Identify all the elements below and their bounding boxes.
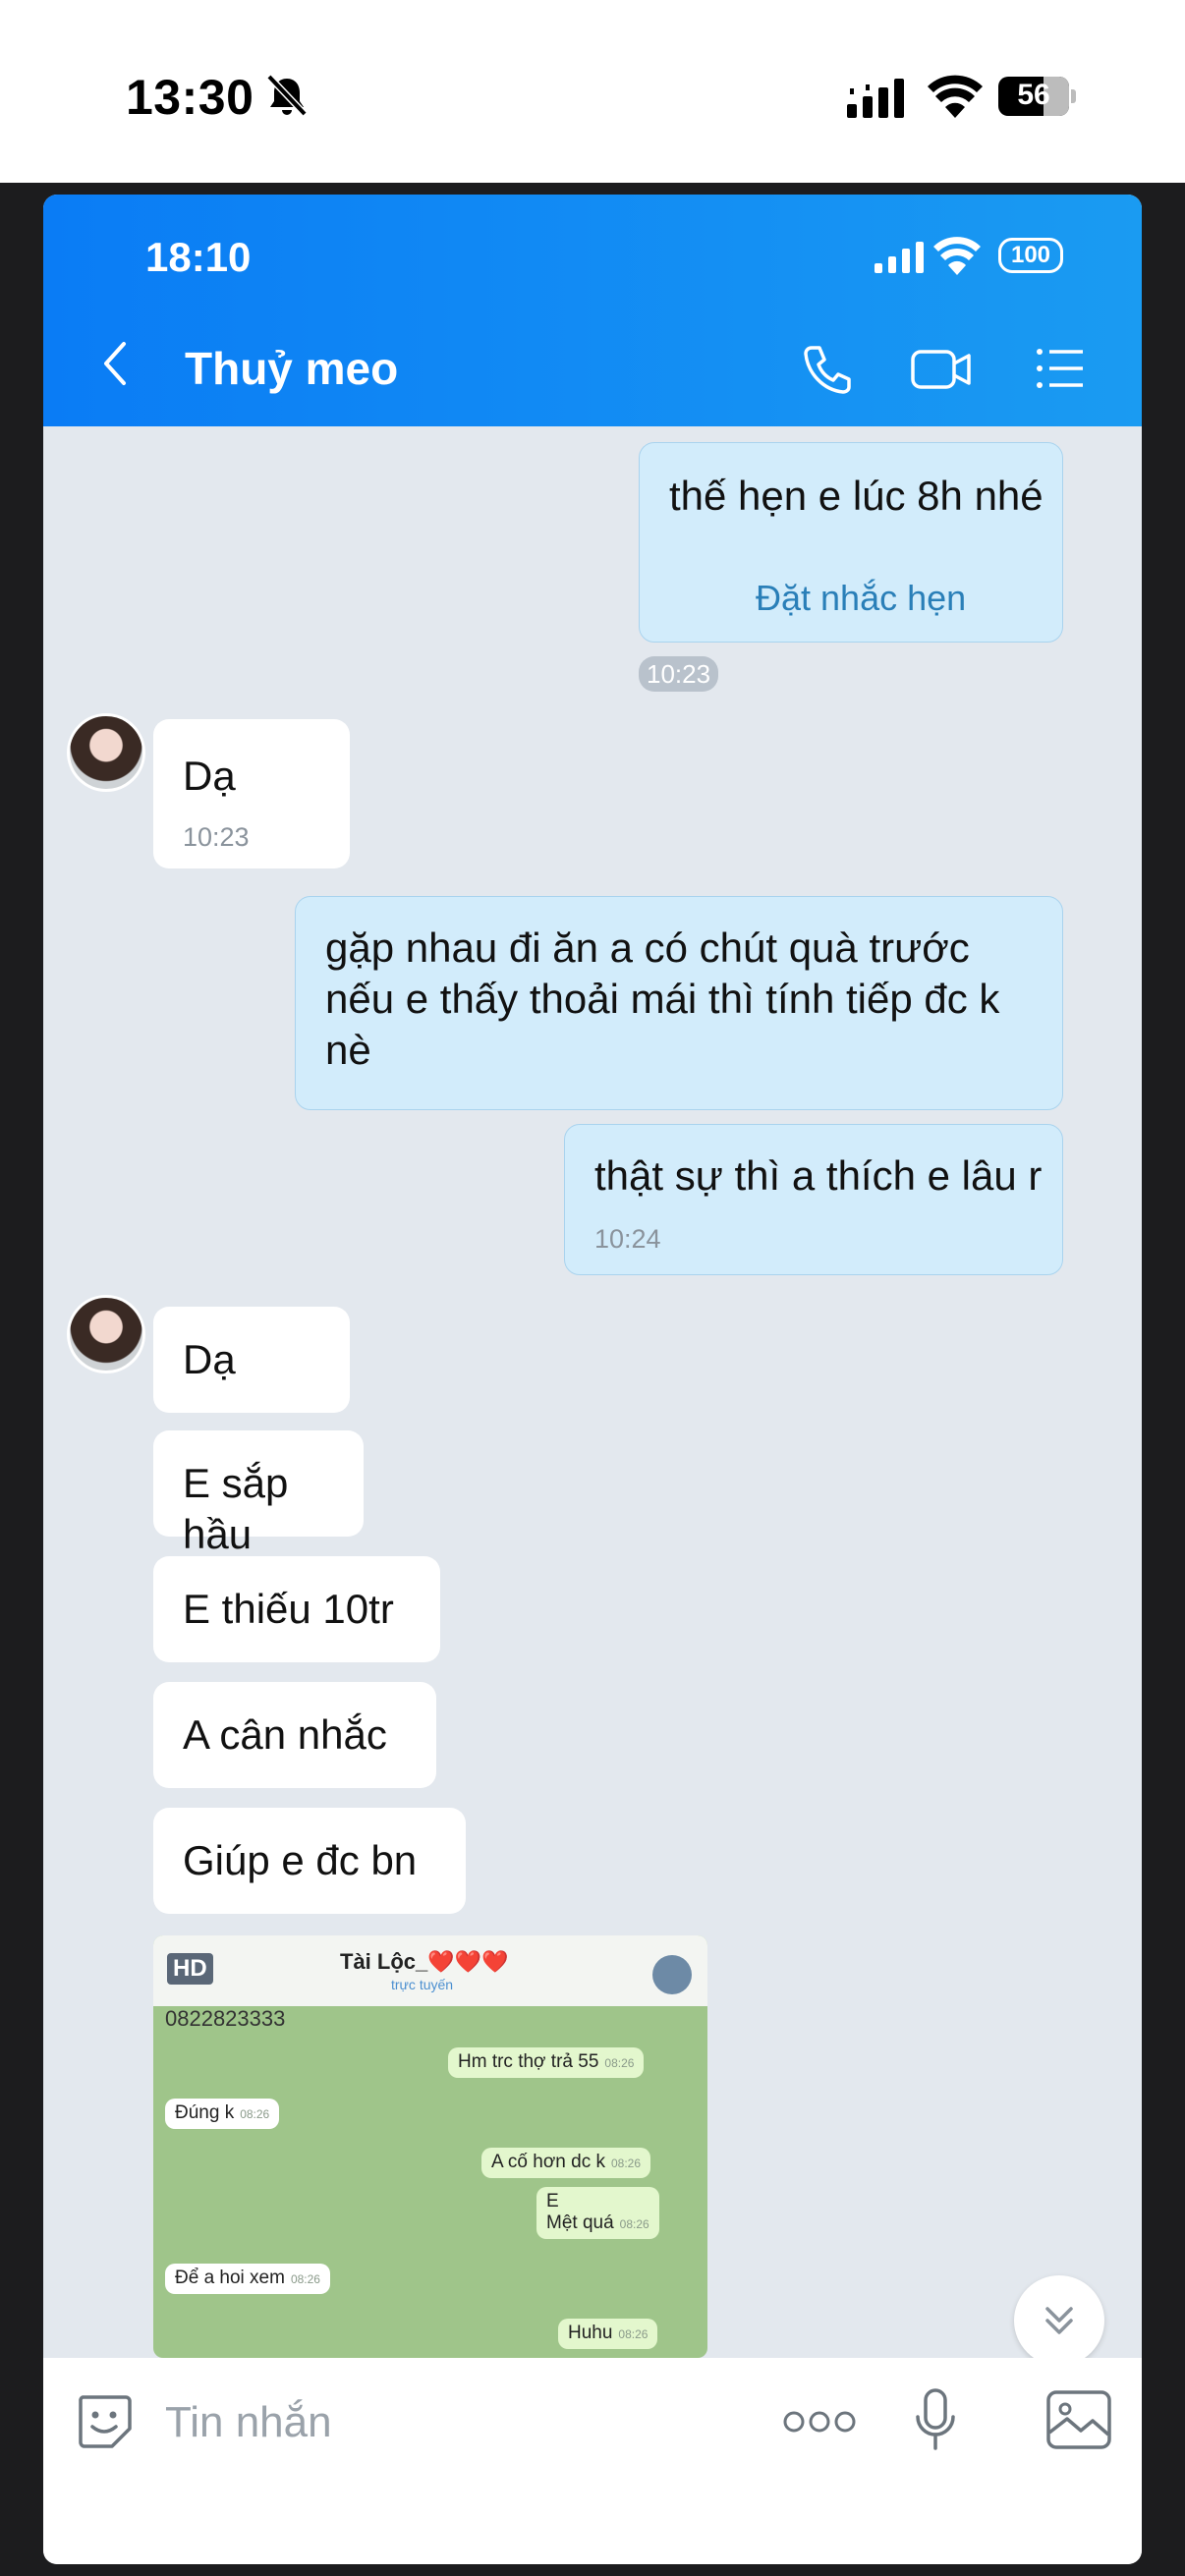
set-reminder-link[interactable]: Đặt nhắc hẹn [756,573,966,624]
attachment-message: Huhu 08:26 [558,2319,658,2349]
cellular-signal-icon [847,79,904,118]
attachment-message: Đúng k 08:26 [165,2099,280,2129]
attachment-chat-title: Tài Lộc_❤️❤️❤️ [340,1949,509,1974]
chat-header: 18:10 100 Thuỷ meo [43,195,1142,426]
scroll-to-bottom-button[interactable] [1014,2275,1104,2366]
attachment-avatar [652,1955,692,1994]
inner-wifi-icon [933,237,981,275]
incoming-message[interactable]: Dạ [153,1307,350,1413]
message-time: 10:23 [639,656,719,692]
incoming-message[interactable]: E sắp hầu [153,1430,364,1557]
message-text-line: nè [325,1027,371,1073]
contact-name[interactable]: Thuỷ meo [185,342,398,395]
image-attachment[interactable]: HD Tài Lộc_❤️❤️❤️ trực tuyến 0822823333 … [153,1935,707,2358]
microphone-icon[interactable] [914,2387,957,2452]
message-composer [43,2358,1142,2564]
attachment-message: Hm trc thợ trả 55 08:26 [448,2047,645,2078]
double-chevron-down-icon [1045,2307,1073,2334]
message-input[interactable] [165,2395,676,2450]
outgoing-message[interactable]: gặp nhau đi ăn a có chút quà trước nếu e… [295,896,1063,1110]
attachment-partial-text: 0822823333 [165,2006,286,2031]
incoming-message[interactable]: E thiếu 10tr [153,1556,440,1662]
chat-screenshot: 18:10 100 Thuỷ meo thế hẹn e lúc 8h nhé … [43,195,1142,2564]
message-text-line: gặp nhau đi ăn a có chút quà trước [325,924,970,971]
message-text: A cân nhắc [183,1711,387,1758]
message-text: thế hẹn e lúc 8h nhé [669,473,1044,519]
incoming-message[interactable]: A cân nhắc [153,1682,436,1788]
hd-badge: HD [167,1953,213,1985]
message-text: E thiếu 10tr [183,1586,394,1632]
outgoing-message[interactable]: thế hẹn e lúc 8h nhé Đặt nhắc hẹn [639,442,1063,643]
phone-call-icon[interactable] [800,342,855,397]
sticker-emoji-icon[interactable] [73,2389,136,2452]
contact-avatar[interactable] [67,713,145,792]
inner-battery-indicator: 100 [998,238,1063,273]
contact-avatar[interactable] [67,1295,145,1373]
message-text: Dạ [183,1336,236,1382]
outgoing-message[interactable]: thật sự thì a thích e lâu r 10:24 [564,1124,1063,1275]
list-menu-icon[interactable] [1034,344,1087,393]
attachment-message: Để a hoi xem 08:26 [165,2264,330,2294]
attachment-header: HD Tài Lộc_❤️❤️❤️ trực tuyến [153,1935,707,2006]
image-gallery-icon[interactable] [1045,2389,1112,2450]
video-call-icon[interactable] [910,346,973,393]
message-time: 10:23 [183,822,250,852]
message-text: Dạ [183,753,236,799]
device-status-bar: 13:30 56 [0,0,1185,183]
message-text-line: nếu e thấy thoải mái thì tính tiếp đc k [325,976,1000,1022]
message-text: E sắp hầu [183,1460,289,1557]
attachment-message: A cố hơn dc k 08:26 [481,2148,650,2178]
wifi-icon [928,75,983,118]
device-time: 13:30 [126,70,254,125]
message-text: Giúp e đc bn [183,1837,418,1883]
battery-indicator: 56 [998,77,1076,116]
more-options-icon[interactable] [782,2407,857,2436]
message-time: 10:24 [594,1224,661,1254]
inner-signal-icon [875,242,924,273]
back-chevron-icon[interactable] [100,340,130,387]
message-text: thật sự thì a thích e lâu r [594,1152,1043,1199]
attachment-chat-status: trực tuyến [391,1977,454,1992]
bell-off-icon [266,74,308,117]
attachment-message: E Mệt quá 08:26 [536,2187,659,2239]
inner-time: 18:10 [145,234,252,280]
incoming-message[interactable]: Dạ 10:23 [153,719,350,868]
incoming-message[interactable]: Giúp e đc bn [153,1808,466,1914]
